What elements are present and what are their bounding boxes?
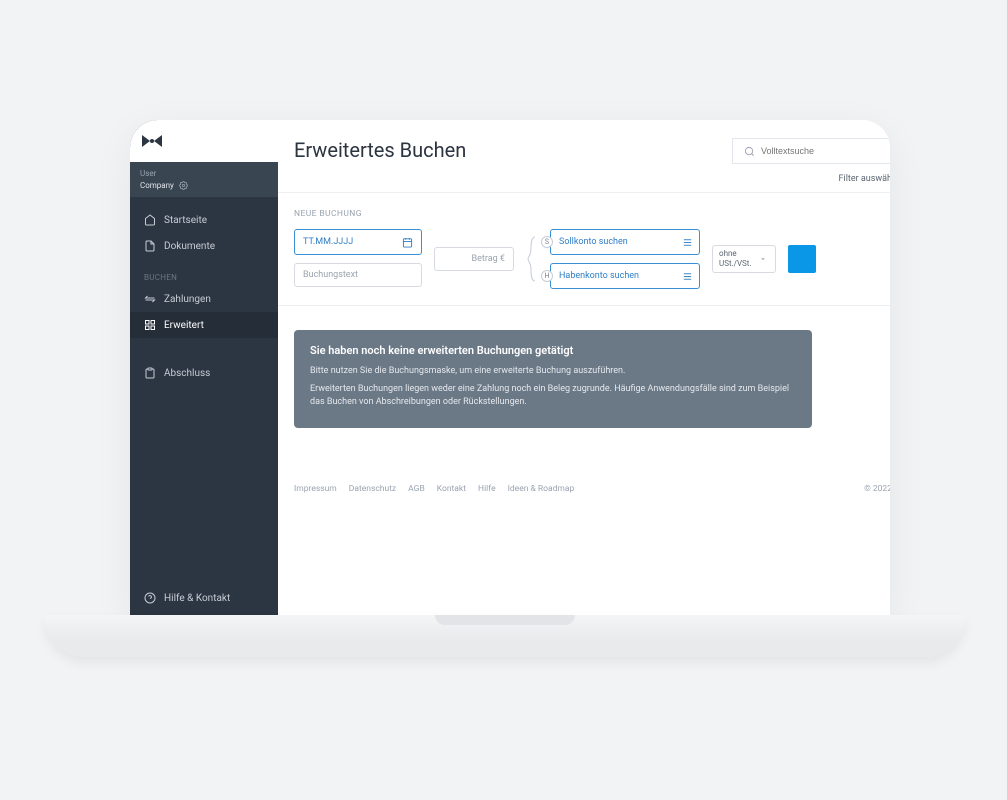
- list-icon[interactable]: [681, 236, 693, 248]
- footer-link[interactable]: Datenschutz: [349, 484, 396, 494]
- clipboard-icon: [144, 367, 156, 379]
- sidebar-item-label: Startseite: [164, 215, 207, 226]
- gear-icon: [178, 179, 190, 191]
- footer: Impressum Datenschutz AGB Kontakt Hilfe …: [278, 428, 890, 508]
- empty-state-title: Sie haben noch keine erweiterten Buchung…: [310, 344, 796, 357]
- search-icon: [743, 145, 755, 157]
- haben-badge: H: [541, 270, 553, 282]
- search-box[interactable]: [732, 138, 890, 164]
- sidebar-section-buchen: BUCHEN: [130, 259, 278, 286]
- user-switcher[interactable]: User Company: [130, 162, 278, 197]
- main-content: Erweitertes Buchen Filter auswäh NEUE BU…: [278, 120, 890, 620]
- sidebar-item-startseite[interactable]: Startseite: [130, 207, 278, 233]
- submit-button[interactable]: [788, 245, 816, 273]
- empty-state-line: Erweiterten Buchungen liegen weder eine …: [310, 383, 796, 410]
- sidebar: User Company Startseite: [130, 120, 278, 620]
- soll-badge: S: [541, 236, 553, 248]
- brace-icon: [526, 229, 538, 289]
- sidebar-item-label: Erweitert: [164, 320, 204, 331]
- grid-icon: [144, 319, 156, 331]
- filter-bar: Filter auswäh: [278, 164, 890, 193]
- date-input[interactable]: TT.MM.JJJJ: [294, 229, 422, 255]
- footer-link[interactable]: Kontakt: [437, 484, 466, 494]
- help-icon: [144, 592, 156, 604]
- form-heading: NEUE BUCHUNG: [294, 209, 890, 219]
- booking-text-input[interactable]: Buchungstext: [294, 263, 422, 287]
- sidebar-item-dokumente[interactable]: Dokumente: [130, 233, 278, 259]
- help-link[interactable]: Hilfe & Kontakt: [130, 576, 278, 620]
- footer-link[interactable]: Ideen & Roadmap: [508, 484, 575, 494]
- chevron-down-icon: [757, 253, 769, 265]
- empty-state-card: Sie haben noch keine erweiterten Buchung…: [294, 330, 812, 428]
- footer-link[interactable]: Hilfe: [478, 484, 496, 494]
- sidebar-item-zahlungen[interactable]: Zahlungen: [130, 286, 278, 312]
- sidebar-item-label: Dokumente: [164, 241, 215, 252]
- bowtie-logo-icon: [142, 135, 162, 147]
- empty-state-line: Bitte nutzen Sie die Buchungsmaske, um e…: [310, 365, 796, 379]
- home-icon: [144, 214, 156, 226]
- calendar-icon: [401, 236, 413, 248]
- page-title: Erweitertes Buchen: [294, 138, 732, 162]
- sidebar-item-abschluss[interactable]: Abschluss: [130, 360, 278, 386]
- list-icon[interactable]: [681, 270, 693, 282]
- help-label: Hilfe & Kontakt: [164, 593, 230, 604]
- logo-area: [130, 120, 278, 162]
- sidebar-item-erweitert[interactable]: Erweitert: [130, 312, 278, 338]
- sidebar-item-label: Zahlungen: [164, 294, 211, 305]
- amount-input[interactable]: Betrag €: [434, 247, 514, 271]
- search-input[interactable]: [761, 146, 882, 156]
- sidebar-item-label: Abschluss: [164, 368, 210, 379]
- habenkonto-input[interactable]: Habenkonto suchen: [550, 263, 700, 289]
- filter-select[interactable]: Filter auswäh: [839, 174, 890, 184]
- user-label: User: [140, 168, 268, 179]
- footer-link[interactable]: AGB: [408, 484, 425, 494]
- company-name: Company: [140, 180, 174, 191]
- tax-select[interactable]: ohne USt./VSt.: [712, 245, 776, 272]
- laptop-base: [45, 615, 965, 657]
- copyright: © 2022: [864, 484, 890, 494]
- transfer-icon: [144, 293, 156, 305]
- document-icon: [144, 240, 156, 252]
- footer-link[interactable]: Impressum: [294, 484, 337, 494]
- sollkonto-input[interactable]: Sollkonto suchen: [550, 229, 700, 255]
